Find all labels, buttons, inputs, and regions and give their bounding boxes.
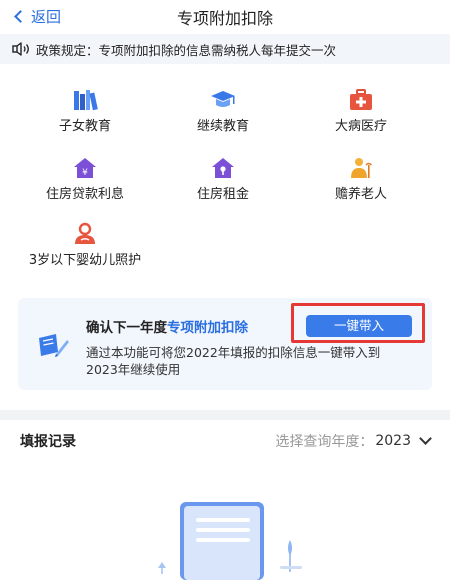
category-housing-rent[interactable]: 住房租金 [148,156,298,203]
year-selector[interactable]: 选择查询年度： 2023 [275,431,432,451]
one-click-import-button[interactable]: 一键带入 [306,315,412,337]
books-icon [74,90,98,111]
elderly-person-icon [351,158,373,178]
card-title-highlight: 专项附加扣除 [167,320,248,336]
policy-notice: 政策规定：专项附加扣除的信息需纳税人每年提交一次 [0,34,450,64]
category-continuing-education[interactable]: 继续教育 [148,88,298,135]
carry-forward-card: 确认下一年度专项附加扣除 通过本功能可将您2022年填报的扣除信息一键带入到20… [18,298,432,390]
category-label: 住房贷款利息 [45,187,124,202]
button-highlight-frame: 一键带入 [291,303,425,343]
records-header: 填报记录 选择查询年度： 2023 [0,420,450,462]
notice-text: 政策规定：专项附加扣除的信息需纳税人每年提交一次 [36,42,337,58]
empty-state-illustration [158,502,302,580]
category-label: 赡养老人 [334,187,387,202]
svg-text:¥: ¥ [82,168,88,178]
page-title: 专项附加扣除 [176,9,273,28]
speaker-icon [12,42,29,56]
category-label: 继续教育 [196,119,249,134]
card-title: 确认下一年度专项附加扣除 [86,316,248,336]
chevron-down-icon [419,432,432,445]
year-select-label: 选择查询年度： [275,434,374,450]
category-child-education[interactable]: 子女教育 [10,88,160,135]
year-value: 2023 [375,433,411,449]
category-elderly-support[interactable]: 赡养老人 [286,156,436,203]
infant-care-icon [75,222,95,244]
graduation-cap-icon [211,91,235,107]
records-title: 填报记录 [20,434,76,450]
category-label: 3岁以下婴幼儿照护 [28,253,142,268]
category-label: 大病医疗 [334,119,387,134]
edit-document-icon [39,334,69,357]
category-housing-loan-interest[interactable]: ¥ 住房贷款利息 [10,156,160,203]
category-label: 子女教育 [58,119,111,134]
first-aid-kit-icon [350,89,372,110]
card-description: 通过本功能可将您2022年填报的扣除信息一键带入到2023年继续使用 [86,345,381,377]
house-key-icon [212,158,234,178]
house-yuan-icon: ¥ [74,158,96,178]
card-title-prefix: 确认下一年度 [86,320,167,336]
section-divider [0,410,450,420]
category-serious-illness[interactable]: 大病医疗 [286,88,436,135]
category-label: 住房租金 [196,187,249,202]
nav-bar: 返回 专项附加扣除 [0,0,450,34]
category-infant-care[interactable]: 3岁以下婴幼儿照护 [10,222,160,269]
